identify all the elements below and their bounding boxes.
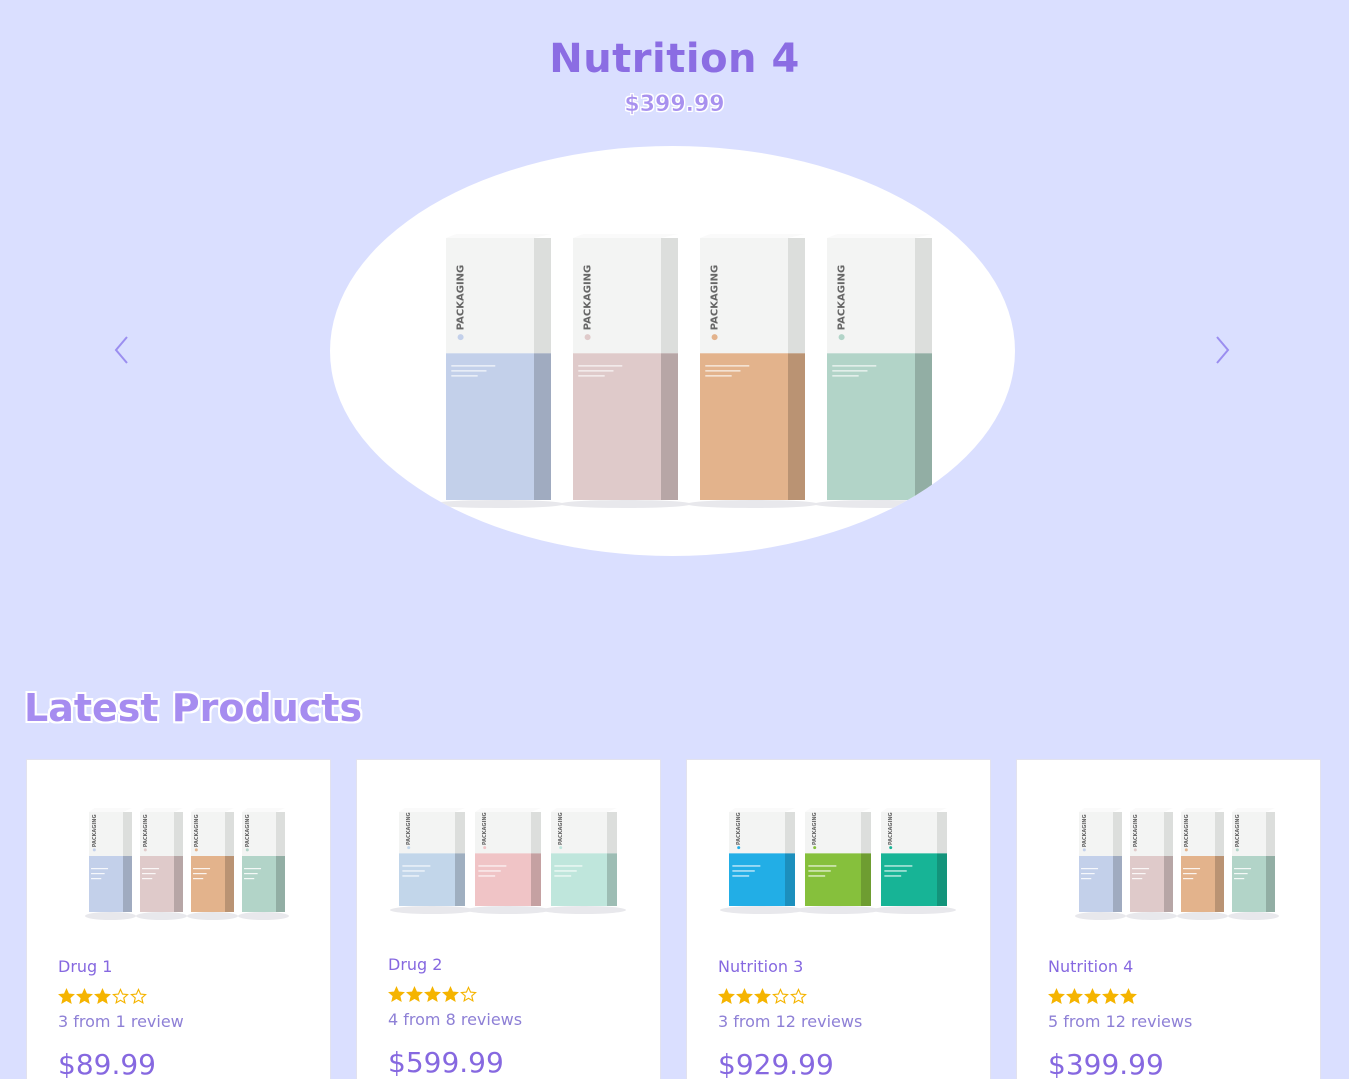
product-image[interactable]: PACKAGING PACKAGING PACKAGING <box>379 790 639 940</box>
package-box: PACKAGING <box>466 808 550 914</box>
hero-product-image[interactable]: PACKAGING PACKAGING PACKAGING PACKAGING <box>330 146 1015 556</box>
package-box: PACKAGING <box>872 808 956 914</box>
product-price: $599.99 <box>388 1046 504 1079</box>
product-name[interactable]: Drug 1 <box>58 957 112 976</box>
chevron-right-icon <box>1216 336 1230 364</box>
product-price: $929.99 <box>718 1048 834 1079</box>
hero-title: Nutrition 4 <box>549 36 800 82</box>
svg-text:PACKAGING: PACKAGING <box>1235 814 1241 847</box>
svg-text:PACKAGING: PACKAGING <box>736 812 742 845</box>
rating-stars <box>388 986 477 1003</box>
review-count: 3 from 1 review <box>58 1012 184 1031</box>
slider-prev-button[interactable] <box>104 332 140 368</box>
rating-stars <box>718 988 807 1005</box>
latest-products-heading: Latest Products <box>24 686 363 730</box>
package-box: PACKAGING <box>1177 808 1228 920</box>
svg-text:PACKAGING: PACKAGING <box>482 812 488 845</box>
product-name[interactable]: Nutrition 3 <box>718 957 803 976</box>
product-name[interactable]: Nutrition 4 <box>1048 957 1133 976</box>
svg-text:PACKAGING: PACKAGING <box>1184 814 1190 847</box>
svg-text:PACKAGING: PACKAGING <box>406 812 412 845</box>
product-card[interactable]: PACKAGING PACKAGING PACKAGING PACKAGING Drug… <box>26 759 331 1079</box>
svg-text:PACKAGING: PACKAGING <box>245 814 251 847</box>
svg-text:PACKAGING: PACKAGING <box>558 812 564 845</box>
star-filled-icon <box>754 988 771 1005</box>
product-price: $399.99 <box>1048 1048 1164 1079</box>
package-box: PACKAGING <box>187 808 238 920</box>
star-filled-icon <box>406 986 423 1003</box>
star-filled-icon <box>58 988 75 1005</box>
review-count: 3 from 12 reviews <box>718 1012 863 1031</box>
package-box: PACKAGING <box>720 808 804 914</box>
rating-stars <box>1048 988 1137 1005</box>
product-image[interactable]: PACKAGING PACKAGING PACKAGING PACKAGING <box>1039 790 1299 940</box>
package-box: PACKAGING <box>542 808 626 914</box>
star-filled-icon <box>1120 988 1137 1005</box>
star-empty-icon <box>112 988 129 1005</box>
package-box: PACKAGING <box>1228 808 1279 920</box>
package-box: PACKAGING <box>559 234 692 508</box>
product-card[interactable]: PACKAGING PACKAGING PACKAGING Nutrition 3 3 … <box>686 759 991 1079</box>
product-card[interactable]: PACKAGING PACKAGING PACKAGING Drug 2 4 from … <box>356 759 661 1079</box>
svg-text:PACKAGING: PACKAGING <box>583 265 594 330</box>
product-name[interactable]: Drug 2 <box>388 955 442 974</box>
product-card[interactable]: PACKAGING PACKAGING PACKAGING PACKAGING Nutr… <box>1016 759 1321 1079</box>
svg-text:PACKAGING: PACKAGING <box>710 265 721 330</box>
package-box: PACKAGING <box>136 808 187 920</box>
star-filled-icon <box>1102 988 1119 1005</box>
review-count: 5 from 12 reviews <box>1048 1012 1193 1031</box>
package-box: PACKAGING <box>238 808 289 920</box>
star-filled-icon <box>718 988 735 1005</box>
star-empty-icon <box>772 988 789 1005</box>
package-box: PACKAGING <box>85 808 136 920</box>
star-filled-icon <box>424 986 441 1003</box>
rating-stars <box>58 988 147 1005</box>
star-filled-icon <box>388 986 405 1003</box>
package-box: PACKAGING <box>390 808 474 914</box>
package-box: PACKAGING <box>686 234 819 508</box>
svg-text:PACKAGING: PACKAGING <box>1082 814 1088 847</box>
package-box: PACKAGING <box>432 234 565 508</box>
package-box: PACKAGING <box>1126 808 1177 920</box>
package-box: PACKAGING <box>796 808 880 914</box>
star-filled-icon <box>1066 988 1083 1005</box>
product-price: $89.99 <box>58 1048 156 1079</box>
star-filled-icon <box>1084 988 1101 1005</box>
star-filled-icon <box>94 988 111 1005</box>
star-filled-icon <box>1048 988 1065 1005</box>
review-count: 4 from 8 reviews <box>388 1010 523 1029</box>
svg-text:PACKAGING: PACKAGING <box>143 814 149 847</box>
hero-price: $399.99 <box>624 92 725 118</box>
svg-text:PACKAGING: PACKAGING <box>812 812 818 845</box>
svg-text:PACKAGING: PACKAGING <box>194 814 200 847</box>
package-box: PACKAGING <box>813 234 946 508</box>
star-empty-icon <box>130 988 147 1005</box>
svg-text:PACKAGING: PACKAGING <box>92 814 98 847</box>
svg-text:PACKAGING: PACKAGING <box>888 812 894 845</box>
svg-text:PACKAGING: PACKAGING <box>837 265 848 330</box>
package-box: PACKAGING <box>1075 808 1126 920</box>
chevron-left-icon <box>114 336 128 364</box>
svg-text:PACKAGING: PACKAGING <box>456 265 467 330</box>
svg-text:PACKAGING: PACKAGING <box>1133 814 1139 847</box>
star-filled-icon <box>76 988 93 1005</box>
star-filled-icon <box>736 988 753 1005</box>
product-image[interactable]: PACKAGING PACKAGING PACKAGING <box>709 790 969 940</box>
star-filled-icon <box>442 986 459 1003</box>
star-empty-icon <box>460 986 477 1003</box>
slider-next-button[interactable] <box>1204 332 1240 368</box>
star-empty-icon <box>790 988 807 1005</box>
product-image[interactable]: PACKAGING PACKAGING PACKAGING PACKAGING <box>49 790 309 940</box>
